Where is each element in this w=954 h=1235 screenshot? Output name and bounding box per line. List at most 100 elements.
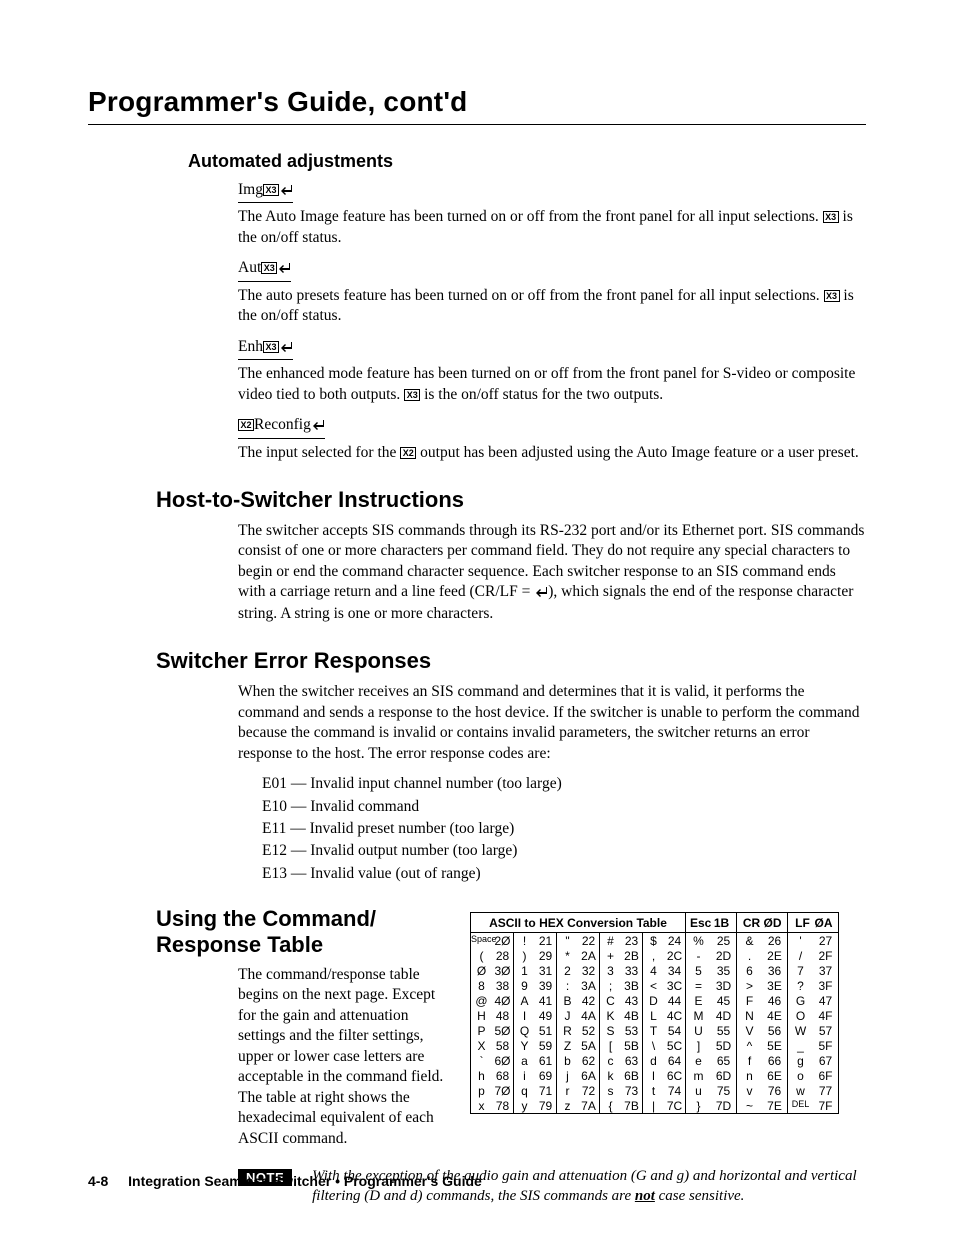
cmd-img: ImgX3 xyxy=(238,180,293,203)
table-cell: :3A xyxy=(557,978,600,993)
table-cell: R52 xyxy=(557,1023,600,1038)
table-cell: ~7E xyxy=(737,1098,788,1114)
x3-tag: X3 xyxy=(261,262,277,274)
table-cell: h68 xyxy=(471,1068,514,1083)
table-cell: n6E xyxy=(737,1068,788,1083)
table-cell: V56 xyxy=(737,1023,788,1038)
table-cell: |7C xyxy=(643,1098,686,1114)
table-cell: M4D xyxy=(686,1008,737,1023)
table-cell: A41 xyxy=(514,993,557,1008)
table-cell: I49 xyxy=(514,1008,557,1023)
table-row: X58Y59Z5A[5B\5C]5D^5E_5F xyxy=(471,1038,839,1053)
table-cell: +2B xyxy=(600,948,643,963)
chapter-title: Programmer's Guide, cont'd xyxy=(88,86,866,118)
table-cell: `6Ø xyxy=(471,1053,514,1068)
table-cell: ?3F xyxy=(788,978,839,993)
table-cell: f66 xyxy=(737,1053,788,1068)
table-cell: D44 xyxy=(643,993,686,1008)
table-cell: N4E xyxy=(737,1008,788,1023)
cmd-reconfig: X2Reconfig xyxy=(238,415,325,438)
cmd-aut-prefix: Aut xyxy=(238,259,261,276)
table-cell: x78 xyxy=(471,1098,514,1114)
cmd-enh: EnhX3 xyxy=(238,337,293,360)
table-cell: t74 xyxy=(643,1083,686,1098)
table-cell: g67 xyxy=(788,1053,839,1068)
cmdresp-body: The command/response table begins on the… xyxy=(238,965,446,1149)
table-cell: S53 xyxy=(600,1023,643,1038)
table-cell: 333 xyxy=(600,963,643,978)
table-cell: B42 xyxy=(557,993,600,1008)
table-cell: $24 xyxy=(643,933,686,949)
heading-cmdresp: Using the Command/ Response Table xyxy=(156,906,446,957)
ascii-hex-table: ASCII to HEX Conversion TableEsc1BCRØDLF… xyxy=(470,912,839,1114)
table-row: @4ØA41B42C43D44E45F46G47 xyxy=(471,993,839,1008)
table-cell: &26 xyxy=(737,933,788,949)
page-footer: 4-8 Integration Seamless Switcher • Prog… xyxy=(88,1173,482,1189)
table-cell: y79 xyxy=(514,1098,557,1114)
automated-block: ImgX3 The Auto Image feature has been tu… xyxy=(238,180,866,463)
table-cell: w77 xyxy=(788,1083,839,1098)
table-cell: a61 xyxy=(514,1053,557,1068)
text: The auto presets feature has been turned… xyxy=(238,287,824,304)
table-extra-header: Esc1B xyxy=(686,913,737,933)
x3-tag: X3 xyxy=(263,184,279,196)
table-cell: i69 xyxy=(514,1068,557,1083)
table-row: Ø3Ø131232333434535636737 xyxy=(471,963,839,978)
table-cell: G47 xyxy=(788,993,839,1008)
error-code: E12 — Invalid output number (too large) xyxy=(262,841,866,861)
table-cell: m6D xyxy=(686,1068,737,1083)
table-cell: 535 xyxy=(686,963,737,978)
table-cell: ;3B xyxy=(600,978,643,993)
table-cell: ]5D xyxy=(686,1038,737,1053)
errors-body: When the switcher receives an SIS comman… xyxy=(238,682,866,884)
table-cell: c63 xyxy=(600,1053,643,1068)
table-cell: X58 xyxy=(471,1038,514,1053)
table-cell: 737 xyxy=(788,963,839,978)
table-cell: H48 xyxy=(471,1008,514,1023)
table-cell: <3C xyxy=(643,978,686,993)
text: case sensitive. xyxy=(655,1188,745,1204)
error-code-list: E01 — Invalid input channel number (too … xyxy=(262,774,866,884)
heading-errors: Switcher Error Responses xyxy=(156,648,866,674)
table-cell: E45 xyxy=(686,993,737,1008)
table-cell: 939 xyxy=(514,978,557,993)
table-cell: }7D xyxy=(686,1098,737,1114)
text-underlined: not xyxy=(635,1188,655,1204)
cmd-img-prefix: Img xyxy=(238,181,263,198)
table-cell: #23 xyxy=(600,933,643,949)
table-row: Space2Ø!21"22#23$24%25&26'27 xyxy=(471,933,839,949)
host-body: The switcher accepts SIS commands throug… xyxy=(238,521,866,624)
table-cell: Space2Ø xyxy=(471,933,514,949)
footer-title: Integration Seamless Switcher • Programm… xyxy=(128,1173,482,1189)
error-code: E01 — Invalid input channel number (too … xyxy=(262,774,866,794)
table-cell: J4A xyxy=(557,1008,600,1023)
table-cell: O4F xyxy=(788,1008,839,1023)
x3-tag: X3 xyxy=(404,389,420,401)
text: When the switcher receives an SIS comman… xyxy=(238,682,866,764)
table-cell: -2D xyxy=(686,948,737,963)
table-cell: %25 xyxy=(686,933,737,949)
table-cell: 434 xyxy=(643,963,686,978)
table-cell: p7Ø xyxy=(471,1083,514,1098)
table-cell: 636 xyxy=(737,963,788,978)
return-icon xyxy=(279,259,291,279)
table-row: H48I49J4AK4BL4CM4DN4EO4F xyxy=(471,1008,839,1023)
table-cell: s73 xyxy=(600,1083,643,1098)
text: output has been adjusted using the Auto … xyxy=(416,444,858,461)
return-icon xyxy=(281,181,293,201)
table-cell: T54 xyxy=(643,1023,686,1038)
text: The input selected for the xyxy=(238,444,400,461)
heading-host: Host-to-Switcher Instructions xyxy=(156,487,866,513)
table-extra-header: LFØA xyxy=(788,913,839,933)
table-row: P5ØQ51R52S53T54U55V56W57 xyxy=(471,1023,839,1038)
table-cell: F46 xyxy=(737,993,788,1008)
error-code: E11 — Invalid preset number (too large) xyxy=(262,819,866,839)
table-cell: W57 xyxy=(788,1023,839,1038)
table-cell: l6C xyxy=(643,1068,686,1083)
table-row: `6Øa61b62c63d64e65f66g67 xyxy=(471,1053,839,1068)
table-cell: b62 xyxy=(557,1053,600,1068)
table-extra-header: CRØD xyxy=(737,913,788,933)
return-icon xyxy=(281,338,293,358)
table-cell: @4Ø xyxy=(471,993,514,1008)
table-cell: z7A xyxy=(557,1098,600,1114)
